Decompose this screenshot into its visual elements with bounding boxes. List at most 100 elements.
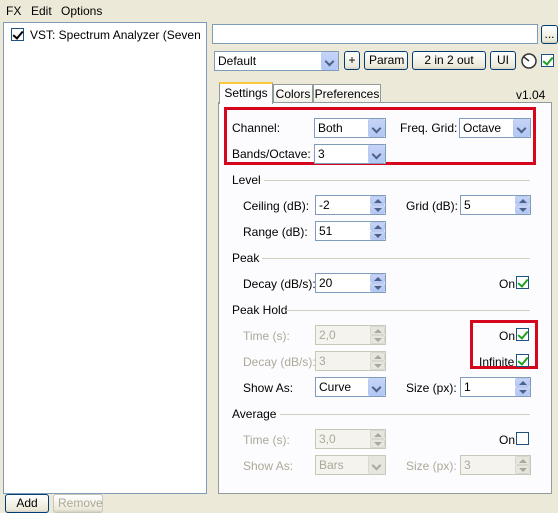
channel-select[interactable]: Both (314, 118, 386, 138)
bands-octave-value: 3 (318, 147, 325, 161)
freq-grid-value: Octave (463, 121, 502, 135)
bands-octave-select[interactable]: 3 (314, 144, 386, 164)
add-preset-button[interactable]: + (344, 51, 360, 70)
spin-down-icon[interactable] (515, 387, 530, 396)
spin-up-icon[interactable] (370, 274, 385, 283)
fx-enable-checkbox[interactable] (11, 28, 24, 41)
divider (286, 310, 530, 311)
list-item[interactable]: VST: Spectrum Analyzer (Seven (4, 25, 206, 45)
io-routing-button[interactable]: 2 in 2 out (412, 51, 486, 70)
channel-label: Channel: (232, 121, 281, 135)
peak-hold-show-as-label: Show As: (243, 381, 294, 395)
chevron-down-icon (368, 378, 385, 396)
spin-down-icon[interactable] (515, 465, 530, 474)
average-show-as-label: Show As: (243, 459, 294, 473)
peak-hold-decay-label: Decay (dB/s): (243, 355, 316, 369)
preset-value: Default (218, 54, 257, 68)
spin-up-icon[interactable] (370, 430, 385, 439)
spin-up-icon[interactable] (515, 456, 530, 465)
spin-down-icon[interactable] (515, 205, 530, 214)
param-button[interactable]: Param (364, 51, 408, 70)
spin-down-icon[interactable] (370, 283, 385, 292)
spin-up-icon[interactable] (515, 378, 530, 387)
ceiling-label: Ceiling (dB): (243, 199, 310, 213)
browse-button[interactable]: ... (541, 25, 558, 44)
chevron-down-icon (368, 119, 385, 137)
preset-select[interactable]: Default (214, 51, 339, 71)
peak-on-label: On (499, 277, 516, 291)
grid-db-value: 5 (464, 198, 471, 212)
menu-edit[interactable]: Edit (31, 4, 52, 18)
bands-octave-label: Bands/Octave: (232, 147, 311, 161)
divider (262, 258, 530, 259)
grid-db-spinbox[interactable]: 5 (460, 195, 531, 215)
peak-hold-time-spinbox[interactable]: 2,0 (315, 325, 386, 345)
peak-hold-decay-spinbox[interactable]: 3 (315, 351, 386, 371)
spin-up-icon[interactable] (370, 352, 385, 361)
infinite-checkbox[interactable] (516, 354, 529, 367)
average-size-value: 3 (464, 458, 471, 472)
spin-down-icon[interactable] (370, 361, 385, 370)
fx-item-label: VST: Spectrum Analyzer (Seven (30, 28, 201, 42)
average-on-checkbox[interactable] (516, 432, 529, 445)
peak-hold-decay-value: 3 (319, 354, 326, 368)
peak-group-title: Peak (232, 251, 260, 265)
freq-grid-select[interactable]: Octave (459, 118, 531, 138)
freq-grid-label: Freq. Grid: (400, 121, 458, 135)
divider (264, 180, 530, 181)
range-value: 51 (319, 224, 333, 238)
ui-button[interactable]: UI (490, 51, 516, 70)
menu-options[interactable]: Options (61, 4, 102, 18)
peak-hold-show-as-select[interactable]: Curve (315, 377, 386, 397)
spin-up-icon[interactable] (370, 196, 385, 205)
fx-chain-list[interactable]: VST: Spectrum Analyzer (Seven (3, 22, 207, 494)
chevron-down-icon (321, 52, 338, 70)
peak-hold-group-title: Peak Hold (232, 303, 288, 317)
peak-hold-size-spinbox[interactable]: 1 (460, 377, 531, 397)
chevron-down-icon (368, 456, 385, 474)
peak-hold-on-checkbox[interactable] (516, 328, 529, 341)
tab-colors[interactable]: Colors (273, 84, 313, 103)
spin-down-icon[interactable] (370, 335, 385, 344)
divider (280, 414, 530, 415)
ceiling-spinbox[interactable]: -2 (315, 195, 386, 215)
peak-decay-spinbox[interactable]: 20 (315, 273, 386, 293)
average-size-label: Size (px): (406, 459, 457, 473)
average-time-label: Time (s): (243, 433, 290, 447)
wet-dry-knob-icon[interactable] (520, 51, 538, 70)
peak-hold-show-as-value: Curve (319, 380, 352, 394)
peak-on-checkbox[interactable] (516, 276, 529, 289)
average-time-value: 3,0 (319, 432, 336, 446)
peak-hold-time-label: Time (s): (243, 329, 290, 343)
average-show-as-select[interactable]: Bars (315, 455, 386, 475)
spin-up-icon[interactable] (370, 326, 385, 335)
level-group-title: Level (232, 173, 261, 187)
average-size-spinbox[interactable]: 3 (460, 455, 531, 475)
peak-decay-value: 20 (319, 276, 333, 290)
peak-decay-label: Decay (dB/s): (243, 277, 316, 291)
remove-button[interactable]: Remove (53, 494, 103, 513)
ceiling-value: -2 (319, 198, 330, 212)
average-on-label: On (499, 433, 516, 447)
menu-fx[interactable]: FX (6, 4, 21, 18)
range-spinbox[interactable]: 51 (315, 221, 386, 241)
grid-db-label: Grid (dB): (406, 199, 459, 213)
spin-down-icon[interactable] (370, 231, 385, 240)
infinite-label: Infinite (479, 355, 515, 369)
average-group-title: Average (232, 407, 277, 421)
fx-bypass-checkbox[interactable] (541, 54, 554, 67)
range-label: Range (dB): (243, 225, 308, 239)
spin-up-icon[interactable] (515, 196, 530, 205)
add-button[interactable]: Add (5, 494, 49, 513)
spin-down-icon[interactable] (370, 205, 385, 214)
average-show-as-value: Bars (319, 458, 344, 472)
fx-search-input[interactable] (212, 24, 538, 44)
chevron-down-icon (513, 119, 530, 137)
menu-bar: FX Edit Options (0, 0, 558, 22)
tab-settings[interactable]: Settings (219, 82, 273, 104)
spin-up-icon[interactable] (370, 222, 385, 231)
peak-hold-size-label: Size (px): (406, 381, 457, 395)
tab-preferences[interactable]: Preferences (313, 84, 381, 103)
spin-down-icon[interactable] (370, 439, 385, 448)
average-time-spinbox[interactable]: 3,0 (315, 429, 386, 449)
